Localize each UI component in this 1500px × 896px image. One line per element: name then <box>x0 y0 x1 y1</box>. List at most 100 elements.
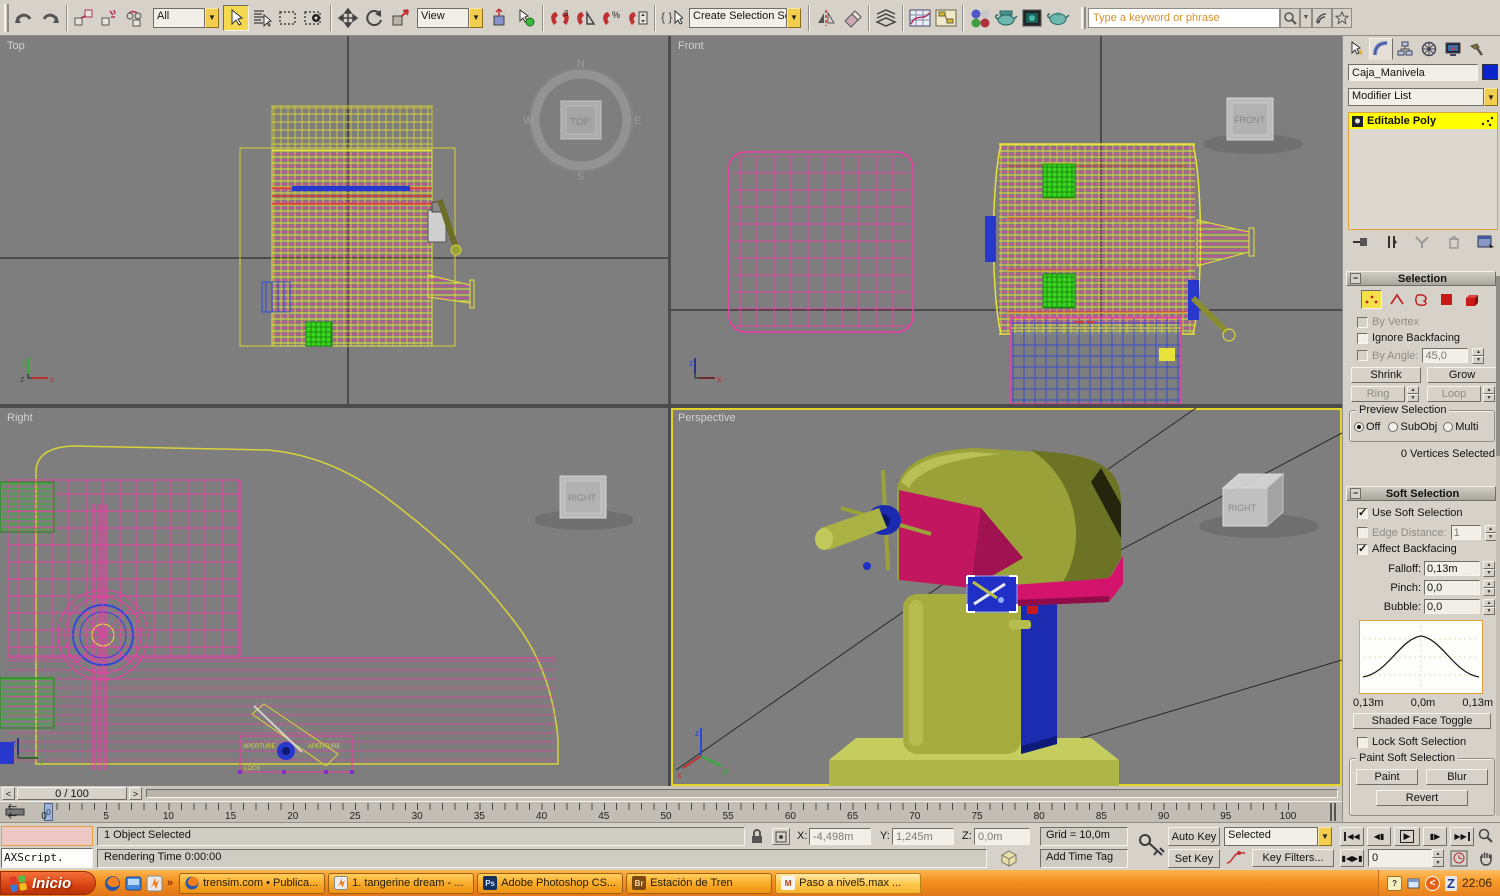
by-angle-checkbox[interactable] <box>1357 350 1368 361</box>
viewport-top[interactable]: N E S W TOP y x z Top <box>0 36 668 404</box>
border-subobject-button[interactable] <box>1411 290 1432 309</box>
select-object-button[interactable] <box>223 5 249 31</box>
paint-button[interactable]: Paint <box>1356 769 1418 785</box>
panel-scrollbar-thumb[interactable] <box>1496 276 1500 456</box>
go-to-end-button[interactable]: ▶▶ <box>1450 827 1474 846</box>
edge-subobject-button[interactable] <box>1386 290 1407 309</box>
taskbar-task-firefox[interactable]: trensim.com • Publica... <box>179 873 325 894</box>
select-and-scale-button[interactable] <box>387 5 413 31</box>
vertex-subobject-button[interactable] <box>1361 290 1382 309</box>
pin-stack-button[interactable] <box>1351 234 1369 253</box>
percent-snap-toggle-button[interactable]: % <box>599 5 625 31</box>
viewport-front-label[interactable]: Front <box>678 40 704 52</box>
falloff-spinner[interactable]: ▲▼ <box>1483 561 1495 576</box>
track-bar[interactable]: 0 05101520253035404550556065707580859095… <box>0 801 1342 822</box>
search-input[interactable] <box>1088 8 1280 28</box>
pinch-spinner[interactable]: ▲▼ <box>1483 580 1495 595</box>
auto-key-button[interactable]: Auto Key <box>1168 827 1220 846</box>
play-button[interactable]: ▶ <box>1394 827 1420 846</box>
edge-distance-field[interactable] <box>1451 525 1481 540</box>
preview-off-radio[interactable] <box>1354 422 1364 432</box>
zonealarm-tray-icon[interactable]: Z <box>1445 876 1457 891</box>
previous-frame-arrow-button[interactable]: < <box>2 787 15 800</box>
preview-multi-radio[interactable] <box>1443 422 1453 432</box>
edit-named-selection-sets-button[interactable]: { } <box>659 5 685 31</box>
by-vertex-checkbox[interactable] <box>1357 317 1368 328</box>
current-frame-field[interactable] <box>1368 849 1432 867</box>
redo-button[interactable] <box>37 5 63 31</box>
communication-center-button[interactable] <box>1312 8 1332 28</box>
use-pivot-center-button[interactable] <box>487 5 513 31</box>
preview-subobj-radio[interactable] <box>1388 422 1398 432</box>
tab-hierarchy[interactable] <box>1393 38 1417 60</box>
tab-motion[interactable] <box>1417 38 1441 60</box>
material-editor-button[interactable] <box>967 5 993 31</box>
spinner-snap-toggle-button[interactable] <box>625 5 651 31</box>
select-and-link-button[interactable] <box>71 5 97 31</box>
window-tray-icon[interactable] <box>1407 877 1420 890</box>
mirror-button[interactable] <box>813 5 839 31</box>
reference-coordsys-dropdown[interactable]: View ▼ <box>417 8 483 28</box>
start-button[interactable]: Inicio <box>0 871 96 895</box>
configure-modifier-sets-button[interactable] <box>1477 234 1495 253</box>
viewport-top-label[interactable]: Top <box>7 40 25 52</box>
viewport-perspective[interactable]: RIGHT z x y Perspective <box>671 408 1342 786</box>
polygon-subobject-button[interactable] <box>1436 290 1457 309</box>
macro-recorder-field[interactable] <box>1 826 93 846</box>
zoom-button[interactable] <box>1478 828 1494 847</box>
snaps-toggle-button[interactable]: 3 <box>547 5 573 31</box>
hide-tray-icons-arrow[interactable]: < <box>1425 876 1440 891</box>
quick-render-button[interactable] <box>1045 5 1071 31</box>
key-filters-button[interactable]: Key Filters... <box>1252 849 1334 867</box>
app-quicklaunch-icon[interactable] <box>125 875 142 892</box>
taskbar-task-photoshop[interactable]: Ps Adobe Photoshop CS... <box>477 873 623 894</box>
select-by-name-button[interactable] <box>249 5 275 31</box>
select-and-move-button[interactable] <box>335 5 361 31</box>
remove-modifier-button[interactable] <box>1447 234 1461 253</box>
next-frame-arrow-button[interactable]: > <box>129 787 142 800</box>
favorites-button[interactable] <box>1332 8 1352 28</box>
selection-rollout-header[interactable]: − Selection <box>1346 271 1496 286</box>
key-mode-dropdown[interactable]: Selected ▼ <box>1224 827 1332 846</box>
loop-button[interactable]: Loop <box>1427 386 1481 402</box>
window-crossing-toggle-button[interactable] <box>301 5 327 31</box>
pan-button[interactable] <box>1478 850 1494 869</box>
object-color-swatch[interactable] <box>1482 64 1498 80</box>
frame-spinner[interactable]: ▲▼ <box>1432 849 1444 867</box>
taskbar-task-bridge[interactable]: Br Estación de Tren <box>626 873 772 894</box>
viewport-perspective-label[interactable]: Perspective <box>678 412 735 424</box>
help-tray-icon[interactable]: ? <box>1387 876 1402 891</box>
lock-soft-selection-checkbox[interactable] <box>1357 737 1368 748</box>
pinch-field[interactable] <box>1424 580 1480 595</box>
modifier-stack-item-editable-poly[interactable]: Editable Poly <box>1349 113 1497 129</box>
viewport-right[interactable]: APERTURE APERTURE LOCK RIGHT <box>0 408 668 786</box>
shrink-button[interactable]: Shrink <box>1351 367 1421 383</box>
viewport-right-label[interactable]: Right <box>7 412 33 424</box>
isolate-selection-icon[interactable] <box>1000 849 1018 870</box>
x-coord-field[interactable] <box>809 828 871 845</box>
falloff-field[interactable] <box>1424 561 1480 576</box>
angle-snap-toggle-button[interactable] <box>573 5 599 31</box>
tab-modify[interactable] <box>1369 38 1393 60</box>
quick-launch-overflow-chevron[interactable]: » <box>167 877 173 889</box>
use-soft-selection-checkbox[interactable] <box>1357 508 1368 519</box>
selection-filter-dropdown[interactable]: All ▼ <box>153 8 219 28</box>
key-mode-toggle-button[interactable]: ▮◀▶▮ <box>1340 849 1364 867</box>
time-slider-groove[interactable] <box>146 789 1338 798</box>
maxscript-mini-listener[interactable]: AXScript. <box>1 848 93 868</box>
bubble-spinner[interactable]: ▲▼ <box>1483 599 1495 614</box>
curve-editor-button[interactable] <box>907 5 933 31</box>
search-button[interactable] <box>1280 8 1300 28</box>
toolbar-handle[interactable] <box>4 4 9 32</box>
taskbar-task-winamp[interactable]: 1. tangerine dream - ... <box>328 873 474 894</box>
tab-create[interactable] <box>1345 38 1369 60</box>
edge-distance-checkbox[interactable] <box>1357 527 1368 538</box>
rectangular-selection-region-button[interactable] <box>275 5 301 31</box>
winamp-quicklaunch-icon[interactable] <box>146 875 163 892</box>
infocenter-handle[interactable] <box>1081 7 1086 29</box>
z-coord-field[interactable] <box>974 828 1030 845</box>
render-scene-dialog-button[interactable] <box>993 5 1019 31</box>
bind-to-space-warp-button[interactable] <box>123 5 149 31</box>
time-configuration-button[interactable] <box>1450 850 1468 870</box>
make-unique-button[interactable] <box>1414 234 1430 253</box>
